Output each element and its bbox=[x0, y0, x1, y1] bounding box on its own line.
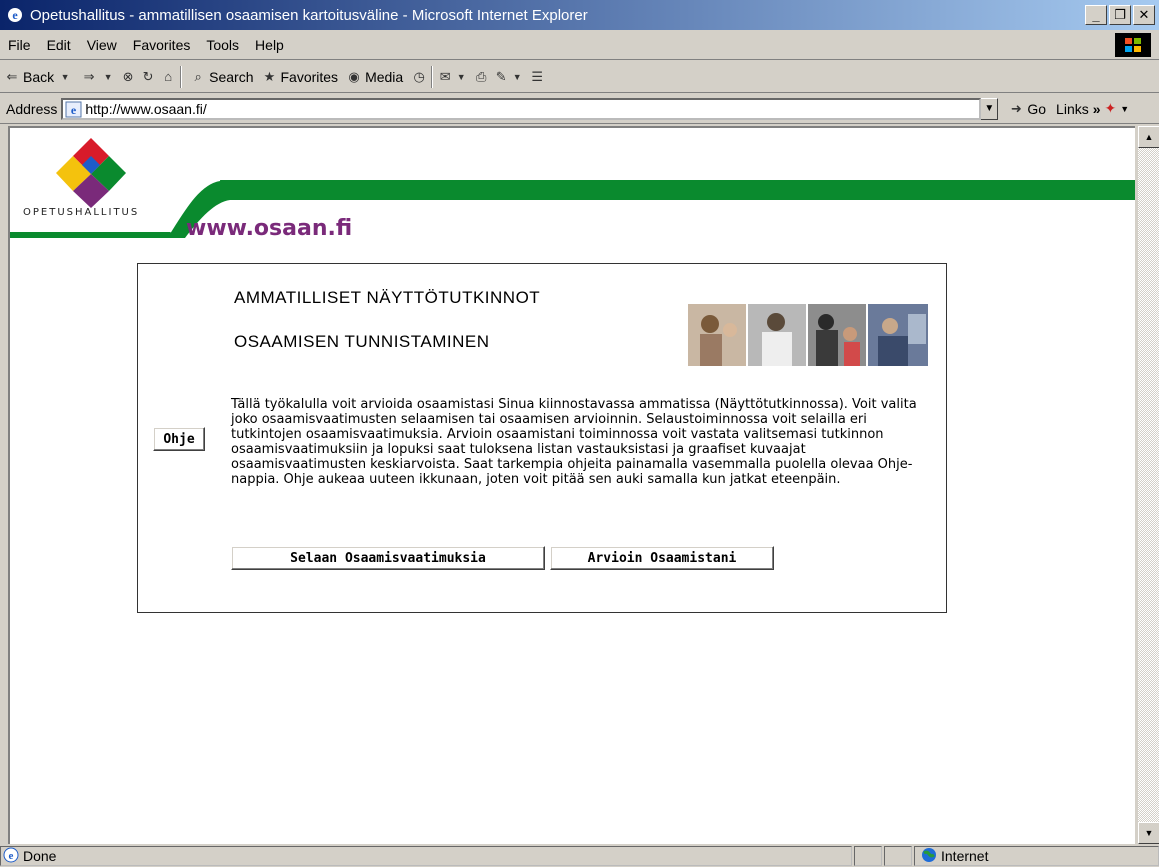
window-title: Opetushallitus - ammatillisen osaamisen … bbox=[30, 6, 588, 24]
menu-file[interactable]: File bbox=[0, 37, 39, 53]
status-zone-pane: Internet bbox=[914, 846, 1159, 866]
toolbar-separator bbox=[180, 65, 183, 88]
status-bar: e Done Internet bbox=[0, 845, 1159, 867]
address-bar: Address e http://www.osaan.fi/ ▼ ➜ Go Li… bbox=[0, 94, 1159, 124]
refresh-icon[interactable]: ↻ bbox=[140, 69, 156, 85]
media-icon: ◉ bbox=[348, 68, 360, 84]
history-icon[interactable]: ◷ bbox=[411, 69, 427, 85]
forward-button[interactable]: ⇒ ▼ bbox=[77, 69, 120, 85]
status-main-pane: e Done bbox=[0, 846, 852, 866]
svg-text:e: e bbox=[12, 8, 18, 22]
description-text: Tällä työkalulla voit arvioida osaamista… bbox=[231, 397, 917, 487]
links-dropdown-icon[interactable]: ▼ bbox=[1120, 104, 1129, 114]
svg-text:e: e bbox=[9, 850, 14, 862]
status-page-icon: e bbox=[3, 847, 19, 866]
zone-text: Internet bbox=[941, 848, 989, 864]
menu-view[interactable]: View bbox=[79, 37, 125, 53]
svg-text:e: e bbox=[71, 103, 77, 117]
forward-dropdown-icon[interactable]: ▼ bbox=[100, 69, 116, 85]
page-icon: e bbox=[65, 101, 82, 118]
address-label: Address bbox=[6, 100, 58, 117]
opetushallitus-logo-icon bbox=[56, 138, 126, 208]
assess-skills-button[interactable]: Arvioin Osaamistani bbox=[550, 546, 774, 570]
toolbar-separator bbox=[431, 65, 434, 88]
page-viewport: OPETUSHALLITUS www.osaan.fi AMMATILLISET… bbox=[8, 126, 1135, 844]
address-input[interactable]: e http://www.osaan.fi/ bbox=[61, 97, 982, 120]
edit-icon[interactable]: ✎ bbox=[493, 69, 509, 85]
back-dropdown-icon[interactable]: ▼ bbox=[57, 69, 73, 85]
vertical-scrollbar[interactable]: ▲ ▼ bbox=[1137, 126, 1159, 844]
search-label: Search bbox=[209, 68, 254, 85]
media-label: Media bbox=[365, 68, 404, 85]
title-bar: e Opetushallitus - ammatillisen osaamise… bbox=[0, 0, 1159, 30]
links-tool-icon[interactable]: ✦ bbox=[1105, 100, 1117, 117]
site-url: www.osaan.fi bbox=[186, 216, 353, 241]
search-icon: ⌕ bbox=[194, 68, 202, 84]
forward-arrow-icon: ⇒ bbox=[83, 68, 95, 84]
standard-toolbar: ⇐ Back ▼ ⇒ ▼ ⊗ ↻ ⌂ ⌕ Search ★ Favorites … bbox=[0, 61, 1159, 93]
logo-text: OPETUSHALLITUS bbox=[23, 207, 140, 218]
menu-help[interactable]: Help bbox=[247, 37, 292, 53]
back-arrow-icon: ⇐ bbox=[6, 68, 18, 84]
status-pane-security bbox=[884, 846, 912, 866]
page-subheading: OSAAMISEN TUNNISTAMINEN bbox=[234, 332, 490, 351]
chevron-double-right-icon[interactable]: » bbox=[1093, 101, 1101, 117]
favorites-button[interactable]: ★ Favorites bbox=[257, 69, 342, 85]
go-arrow-icon: ➜ bbox=[1010, 100, 1022, 116]
help-button[interactable]: Ohje bbox=[153, 427, 205, 451]
windows-logo-icon bbox=[1115, 33, 1151, 57]
media-button[interactable]: ◉ Media bbox=[342, 69, 407, 85]
mail-dropdown-icon[interactable]: ▼ bbox=[453, 69, 469, 85]
favorites-label: Favorites bbox=[280, 68, 339, 85]
menu-favorites[interactable]: Favorites bbox=[125, 37, 199, 53]
status-text: Done bbox=[23, 848, 57, 864]
stop-icon[interactable]: ⊗ bbox=[120, 69, 136, 85]
back-label: Back bbox=[23, 68, 55, 85]
close-button[interactable]: ✕ bbox=[1133, 5, 1155, 25]
menu-tools[interactable]: Tools bbox=[198, 37, 247, 53]
page-heading: AMMATILLISET NÄYTTÖTUTKINNOT bbox=[234, 288, 541, 307]
go-label: Go bbox=[1027, 100, 1047, 117]
maximize-button[interactable]: ❐ bbox=[1109, 5, 1131, 25]
header-swoosh bbox=[10, 179, 1135, 238]
search-button[interactable]: ⌕ Search bbox=[186, 69, 257, 85]
minimize-button[interactable]: _ bbox=[1085, 5, 1107, 25]
browse-requirements-button[interactable]: Selaan Osaamisvaatimuksia bbox=[231, 546, 545, 570]
go-button[interactable]: ➜ Go bbox=[1008, 101, 1046, 117]
favorites-icon: ★ bbox=[263, 68, 276, 84]
print-icon[interactable]: ⎙ bbox=[473, 69, 489, 85]
edit-dropdown-icon[interactable]: ▼ bbox=[509, 69, 525, 85]
menu-edit[interactable]: Edit bbox=[39, 37, 79, 53]
menu-bar: File Edit View Favorites Tools Help bbox=[0, 30, 1159, 60]
scroll-down-icon[interactable]: ▼ bbox=[1138, 822, 1159, 844]
links-label: Links bbox=[1056, 100, 1089, 117]
people-photo-strip bbox=[688, 304, 928, 366]
scroll-up-icon[interactable]: ▲ bbox=[1138, 126, 1159, 148]
address-url: http://www.osaan.fi/ bbox=[85, 100, 207, 117]
main-panel: AMMATILLISET NÄYTTÖTUTKINNOT OSAAMISEN T… bbox=[137, 263, 947, 613]
back-button[interactable]: ⇐ Back ▼ bbox=[0, 69, 77, 85]
mail-icon[interactable]: ✉ bbox=[437, 69, 453, 85]
ie-app-icon[interactable]: e bbox=[6, 6, 24, 24]
globe-icon bbox=[921, 847, 937, 866]
links-button[interactable]: Links » ✦ ▼ bbox=[1056, 100, 1129, 117]
home-icon[interactable]: ⌂ bbox=[160, 69, 176, 85]
discuss-icon[interactable]: ☰ bbox=[529, 69, 545, 85]
address-dropdown-icon[interactable]: ▼ bbox=[980, 97, 999, 120]
status-pane-progress bbox=[854, 846, 882, 866]
